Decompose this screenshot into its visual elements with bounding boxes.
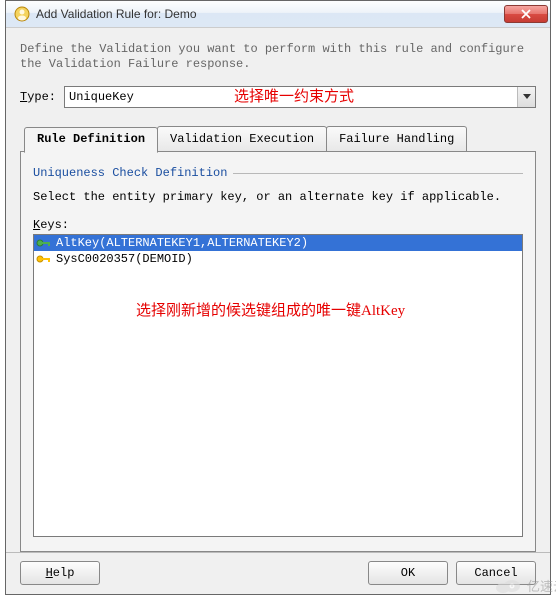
tab-rule-definition[interactable]: Rule Definition	[24, 127, 158, 153]
key-item-sysc[interactable]: SysC0020357(DEMOID)	[34, 251, 522, 267]
close-button[interactable]	[504, 5, 548, 23]
type-select[interactable]: UniqueKey	[64, 86, 536, 108]
key-item-label: SysC0020357(DEMOID)	[56, 252, 193, 266]
title-bar[interactable]: Add Validation Rule for: Demo	[6, 1, 550, 28]
fieldset-title: Uniqueness Check Definition	[33, 166, 227, 180]
type-select-wrap: UniqueKey	[64, 86, 536, 108]
dialog-window: Add Validation Rule for: Demo Define the…	[5, 0, 551, 595]
fieldset-header: Uniqueness Check Definition	[33, 166, 523, 180]
cancel-button[interactable]: Cancel	[456, 561, 536, 585]
tabs-container: Rule Definition Validation Execution Fai…	[20, 126, 536, 552]
ok-button[interactable]: OK	[368, 561, 448, 585]
keys-label: Keys:	[33, 218, 523, 232]
tab-failure-handling[interactable]: Failure Handling	[326, 126, 467, 151]
tab-strip: Rule Definition Validation Execution Fai…	[24, 126, 536, 151]
type-label: Type:	[20, 90, 56, 104]
instruction-text: Select the entity primary key, or an alt…	[33, 190, 523, 204]
key-item-label: AltKey(ALTERNATEKEY1,ALTERNATEKEY2)	[56, 236, 308, 250]
tab-validation-execution[interactable]: Validation Execution	[157, 126, 327, 151]
close-icon	[521, 9, 531, 19]
divider	[233, 173, 523, 174]
type-row: Type: UniqueKey 选择唯一约束方式	[20, 86, 536, 108]
content-area: Define the Validation you want to perfor…	[6, 28, 550, 552]
keys-listbox[interactable]: AltKey(ALTERNATEKEY1,ALTERNATEKEY2) SysC…	[33, 234, 523, 537]
annotation-keys: 选择刚新增的候选键组成的唯一键AltKey	[136, 299, 405, 320]
button-bar: Help OK Cancel	[6, 552, 550, 594]
key-yellow-icon	[36, 252, 52, 266]
help-button[interactable]: Help	[20, 561, 100, 585]
tab-panel: Uniqueness Check Definition Select the e…	[20, 151, 536, 552]
key-item-altkey[interactable]: AltKey(ALTERNATEKEY1,ALTERNATEKEY2)	[34, 235, 522, 251]
app-icon	[14, 6, 30, 22]
key-green-icon	[36, 236, 52, 250]
description-text: Define the Validation you want to perfor…	[20, 42, 536, 72]
window-title: Add Validation Rule for: Demo	[36, 7, 504, 21]
